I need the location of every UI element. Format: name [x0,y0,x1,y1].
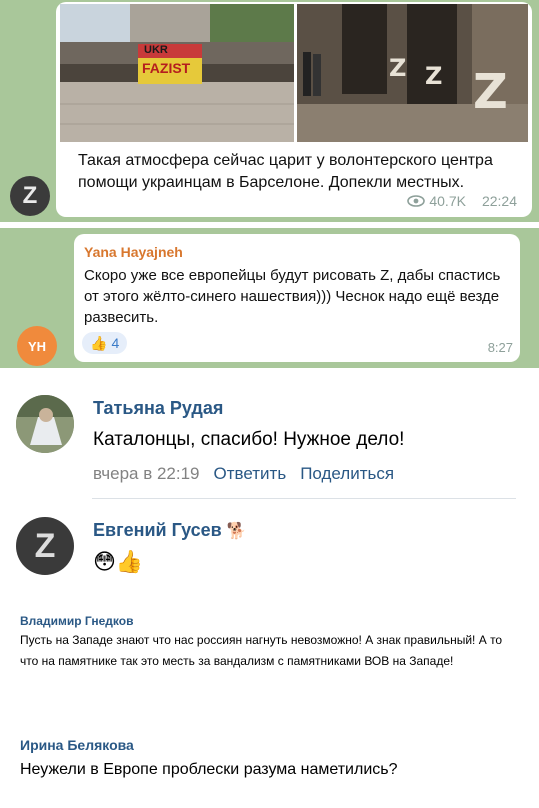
dog-icon: 🐕 [226,523,247,540]
svg-text:Z: Z [473,64,508,120]
graffiti-line-2: FAZIST [142,60,191,76]
thumbs-up-icon: 👍 [90,334,108,351]
avatar-letter: Z [22,182,38,209]
reaction-count: 4 [111,335,120,351]
photo-monument-graffiti[interactable]: UKR FAZIST [60,4,294,142]
share-link[interactable]: Поделиться [300,464,394,484]
svg-text:Z: Z [425,62,442,90]
commenter-name[interactable]: Евгений Гусев 🐕 [93,520,247,541]
photo-building-z-marks[interactable]: Z Z Z [297,4,528,142]
avatar[interactable]: Z [16,517,74,575]
divider [92,498,516,499]
graffiti-line-1: UKR [144,44,168,56]
views-count: 40.7K [429,193,466,209]
comment-emojis: 😳👍 [93,549,144,574]
post-time: 22:24 [481,193,517,209]
post-text: Такая атмосфера сейчас царит у волонтерс… [78,152,493,191]
views-eye-icon [407,195,426,207]
reply-link[interactable]: Ответить [214,464,287,484]
channel-avatar[interactable]: Z [10,176,50,216]
telegram-comment-panel: Yana Hayajneh Скоро уже все европейцы бу… [0,228,539,368]
comment-text: Неужели в Европе проблески разума намети… [20,761,398,778]
commenter-name[interactable]: Владимир Гнедков [20,614,133,628]
reaction-badge[interactable]: 👍 4 [82,332,128,354]
commenter-name[interactable]: Татьяна Рудая [93,398,223,419]
post-meta: 40.7K 22:24 [407,193,517,209]
comment-actions: вчера в 22:19 Ответить Поделиться [93,464,394,484]
commenter-avatar[interactable]: YH [17,326,57,366]
commenter-name-text: Евгений Гусев [93,520,222,540]
comment-text: Скоро уже все европейцы будут рисовать Z… [84,267,501,326]
telegram-channel-post: UKR FAZIST Z Z Z Такая атмосфера сейчас … [0,0,539,222]
avatar-initials: YH [27,338,47,354]
comment-text: Каталонцы, спасибо! Нужное дело! [93,429,405,450]
comment-time: 8:27 [487,340,513,355]
svg-text:Z: Z [389,54,406,82]
comment-timestamp[interactable]: вчера в 22:19 [93,464,200,484]
comment-text: Пусть на Западе знают что нас россиян на… [20,633,503,668]
avatar-letter: Z [34,526,56,565]
comment-sender-name[interactable]: Yana Hayajneh [84,244,183,260]
commenter-name[interactable]: Ирина Белякова [20,737,134,753]
avatar[interactable] [16,395,74,453]
